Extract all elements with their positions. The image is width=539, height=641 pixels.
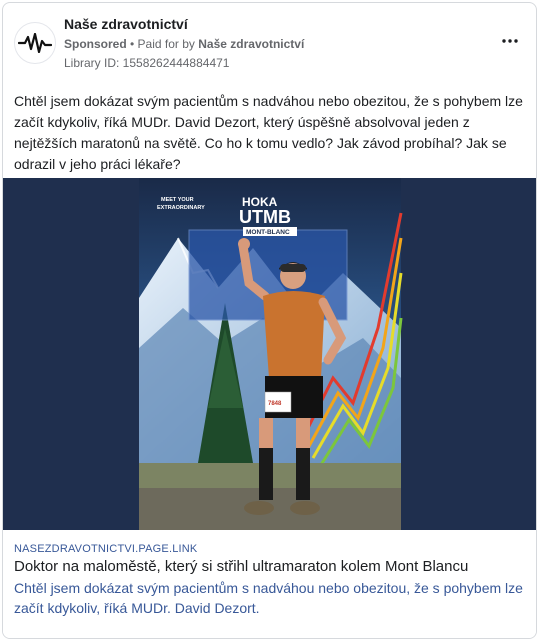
sub-event-text: MONT-BLANC <box>246 229 290 236</box>
sponsored-label: Sponsored <box>64 37 127 51</box>
heartbeat-icon <box>18 33 52 53</box>
more-horizontal-icon <box>502 39 518 43</box>
link-domain[interactable]: NASEZDRAVOTNICTVI.PAGE.LINK <box>14 543 197 555</box>
bib-number: 7848 <box>268 401 282 407</box>
link-description[interactable]: Chtěl jsem dokázat svým pacientům s nadv… <box>14 578 529 618</box>
ad-body-text: Chtěl jsem dokázat svým pacientům s nadv… <box>14 93 523 172</box>
more-options-button[interactable] <box>498 31 522 51</box>
sponsored-line: Sponsored • Paid for by Naše zdravotnict… <box>64 37 304 51</box>
library-id: Library ID: 1558262444884471 <box>64 56 230 70</box>
link-preview[interactable]: NASEZDRAVOTNICTVI.PAGE.LINK Doktor na ma… <box>3 530 536 638</box>
link-title[interactable]: Doktor na maloměstě, který si střihl ult… <box>14 558 468 575</box>
ad-card: Naše zdravotnictví Sponsored • Paid for … <box>2 2 537 639</box>
ad-image[interactable]: MEET YOUR EXTRAORDINARY HOKA UTMB MONT-B… <box>3 178 536 530</box>
banner-line1: MEET YOUR <box>161 197 194 203</box>
page-name[interactable]: Naše zdravotnictví <box>64 16 188 32</box>
event-text: UTMB <box>239 207 291 227</box>
banner-line2: EXTRAORDINARY <box>157 205 205 211</box>
paid-for-prefix: • Paid for by <box>126 37 199 51</box>
payer-name[interactable]: Naše zdravotnictví <box>198 37 304 51</box>
ad-header: Naše zdravotnictví Sponsored • Paid for … <box>3 3 536 81</box>
page-avatar[interactable] <box>14 22 56 64</box>
